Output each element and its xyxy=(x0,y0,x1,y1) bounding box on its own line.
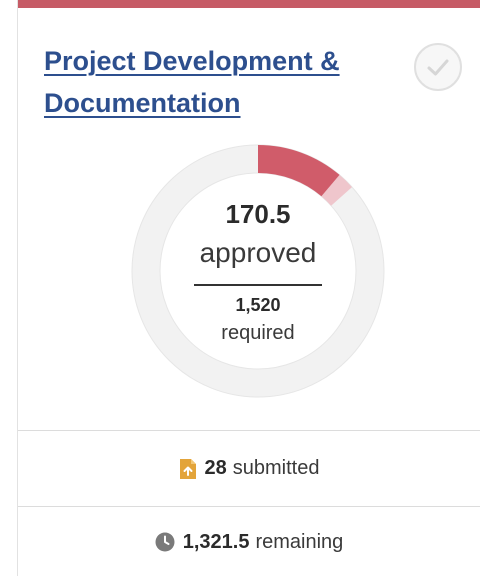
remaining-row[interactable]: 1,321.5 remaining xyxy=(18,506,480,577)
approved-value: 170.5 xyxy=(225,199,291,229)
clock-icon xyxy=(155,532,175,552)
progress-summary: 170.5 approved 1,520 required xyxy=(130,143,386,399)
summary-divider xyxy=(194,284,322,286)
card-title-link[interactable]: Project Development & Documentation xyxy=(44,40,384,124)
approved-label: approved xyxy=(199,237,317,268)
submitted-count: 28 xyxy=(204,457,227,479)
check-circle-icon[interactable] xyxy=(414,43,462,91)
submitted-row[interactable]: 28 submitted xyxy=(18,430,480,506)
document-upload-icon xyxy=(179,458,197,480)
remaining-count: 1,321.5 xyxy=(182,530,250,553)
card-accent-bar xyxy=(18,0,480,8)
remaining-label: remaining xyxy=(255,530,344,553)
course-card: Project Development & Documentation 170.… xyxy=(17,0,480,576)
required-value: 1,520 xyxy=(235,295,281,315)
submitted-label: submitted xyxy=(232,457,320,479)
required-label: required xyxy=(221,322,295,344)
